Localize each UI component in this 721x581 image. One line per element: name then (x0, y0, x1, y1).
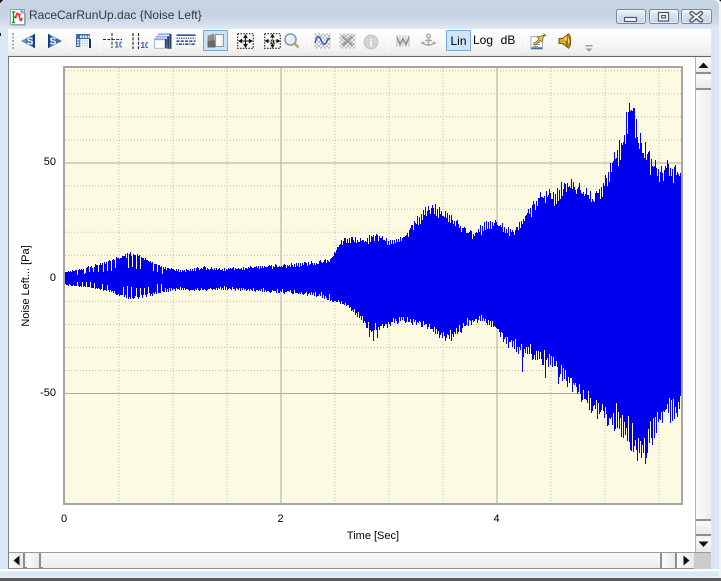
svg-text:10: 10 (115, 41, 123, 50)
svg-text:10: 10 (141, 41, 149, 49)
svg-text:S: S (27, 37, 34, 48)
svg-text:a: a (270, 36, 275, 46)
svg-text:S: S (50, 37, 57, 48)
